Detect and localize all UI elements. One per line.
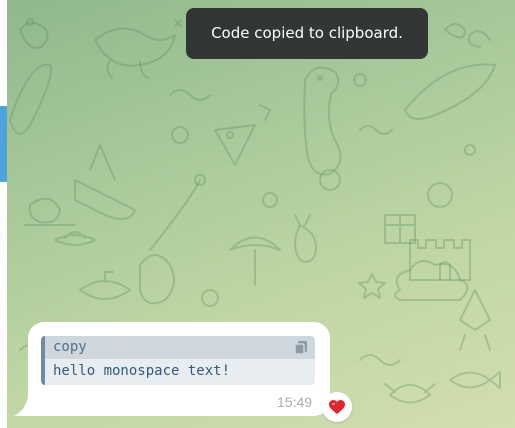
code-block-body: hello monospace text!	[45, 359, 315, 385]
code-block-header: copy	[45, 336, 315, 359]
chat-list-selection-indicator	[0, 106, 7, 182]
code-language-label: copy	[53, 339, 87, 355]
heart-icon	[329, 400, 345, 414]
code-block[interactable]: copy hello monospace text!	[41, 336, 315, 385]
reaction-badge[interactable]	[322, 392, 352, 422]
copy-icon[interactable]	[294, 340, 308, 355]
message-time: 15:49	[277, 394, 313, 410]
sidebar-edge	[0, 0, 7, 428]
clipboard-toast: Code copied to clipboard.	[186, 8, 428, 59]
toast-text: Code copied to clipboard.	[211, 24, 403, 42]
code-content: hello monospace text!	[53, 363, 231, 379]
